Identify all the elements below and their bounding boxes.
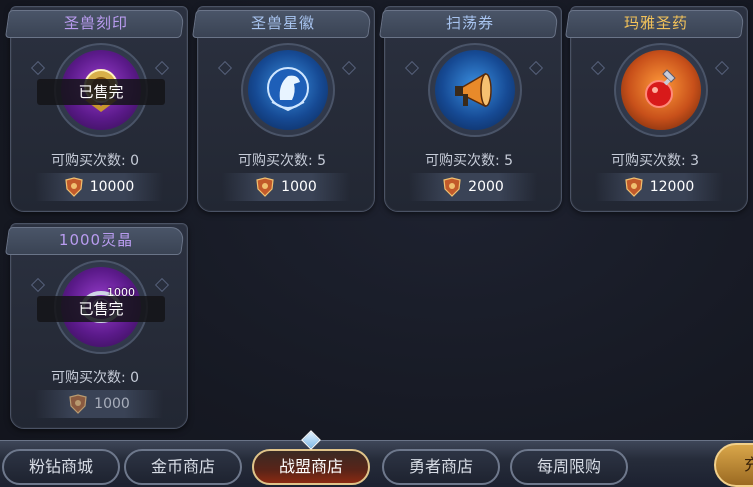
item-title: 圣兽星徽	[250, 14, 315, 32]
price-tag: 1000	[35, 390, 163, 418]
item-title: 扫荡券	[445, 14, 494, 32]
ornament-left	[30, 277, 46, 293]
megaphone-icon	[435, 50, 515, 130]
tab-hero-shop[interactable]: 勇者商店	[382, 449, 500, 485]
item-title: 1000灵晶	[58, 231, 134, 249]
alliance-medal-icon	[255, 177, 275, 197]
sold-out-label: 已售完	[37, 296, 165, 322]
shop-grid: 圣兽刻印 已售完 可购买次数: 0 10000 圣兽星徽 可购买次数: 5 10…	[0, 0, 753, 440]
shop-item-card[interactable]: 玛雅圣药 可购买次数: 3 12000	[565, 6, 748, 212]
purchase-count: 可购买次数: 5	[424, 153, 514, 169]
price-value: 10000	[89, 179, 135, 195]
horse-badge-icon	[248, 50, 328, 130]
price-tag: 10000	[35, 173, 163, 201]
price-tag: 1000	[222, 173, 350, 201]
ornament-left	[30, 60, 46, 76]
ornament-left	[404, 60, 420, 76]
price-tag: 12000	[595, 173, 723, 201]
purchase-count: 可购买次数: 5	[237, 153, 327, 169]
tab-diamond-mall[interactable]: 粉钻商城	[2, 449, 120, 485]
shop-item-card[interactable]: 1000灵晶 1000 已售完 可购买次数: 0 1000	[5, 223, 188, 429]
item-title: 圣兽刻印	[63, 14, 128, 32]
sold-out-label: 已售完	[37, 79, 165, 105]
ornament-right	[154, 277, 170, 293]
ornament-right	[154, 60, 170, 76]
price-value: 1000	[281, 179, 317, 195]
ornament-right	[528, 60, 544, 76]
shop-tab-bar: 粉钻商城 金币商店 战盟商店 勇者商店 每周限购	[0, 440, 753, 487]
purchase-count: 可购买次数: 0	[50, 153, 140, 169]
ornament-right	[714, 60, 730, 76]
price-value: 12000	[649, 179, 695, 195]
alliance-medal-icon	[64, 177, 84, 197]
ornament-left	[590, 60, 606, 76]
price-value: 2000	[468, 179, 504, 195]
shop-item-card[interactable]: 扫荡券 可购买次数: 5 2000	[379, 6, 562, 212]
ornament-left	[217, 60, 233, 76]
purchase-count: 可购买次数: 3	[610, 153, 700, 169]
alliance-medal-icon	[442, 177, 462, 197]
alliance-medal-icon	[68, 394, 88, 414]
potion-icon	[621, 50, 701, 130]
purchase-count: 可购买次数: 0	[50, 370, 140, 386]
price-tag: 2000	[409, 173, 537, 201]
tab-gold-shop[interactable]: 金币商店	[124, 449, 242, 485]
price-value: 1000	[94, 396, 130, 412]
shop-item-card[interactable]: 圣兽星徽 可购买次数: 5 1000	[192, 6, 375, 212]
shop-item-card[interactable]: 圣兽刻印 已售完 可购买次数: 0 10000	[5, 6, 188, 212]
item-title: 玛雅圣药	[623, 14, 688, 32]
ornament-right	[341, 60, 357, 76]
tab-weekly-limit[interactable]: 每周限购	[510, 449, 628, 485]
alliance-medal-icon	[624, 177, 644, 197]
tab-alliance-shop[interactable]: 战盟商店	[252, 449, 370, 485]
recharge-button[interactable]: 充	[714, 443, 753, 487]
